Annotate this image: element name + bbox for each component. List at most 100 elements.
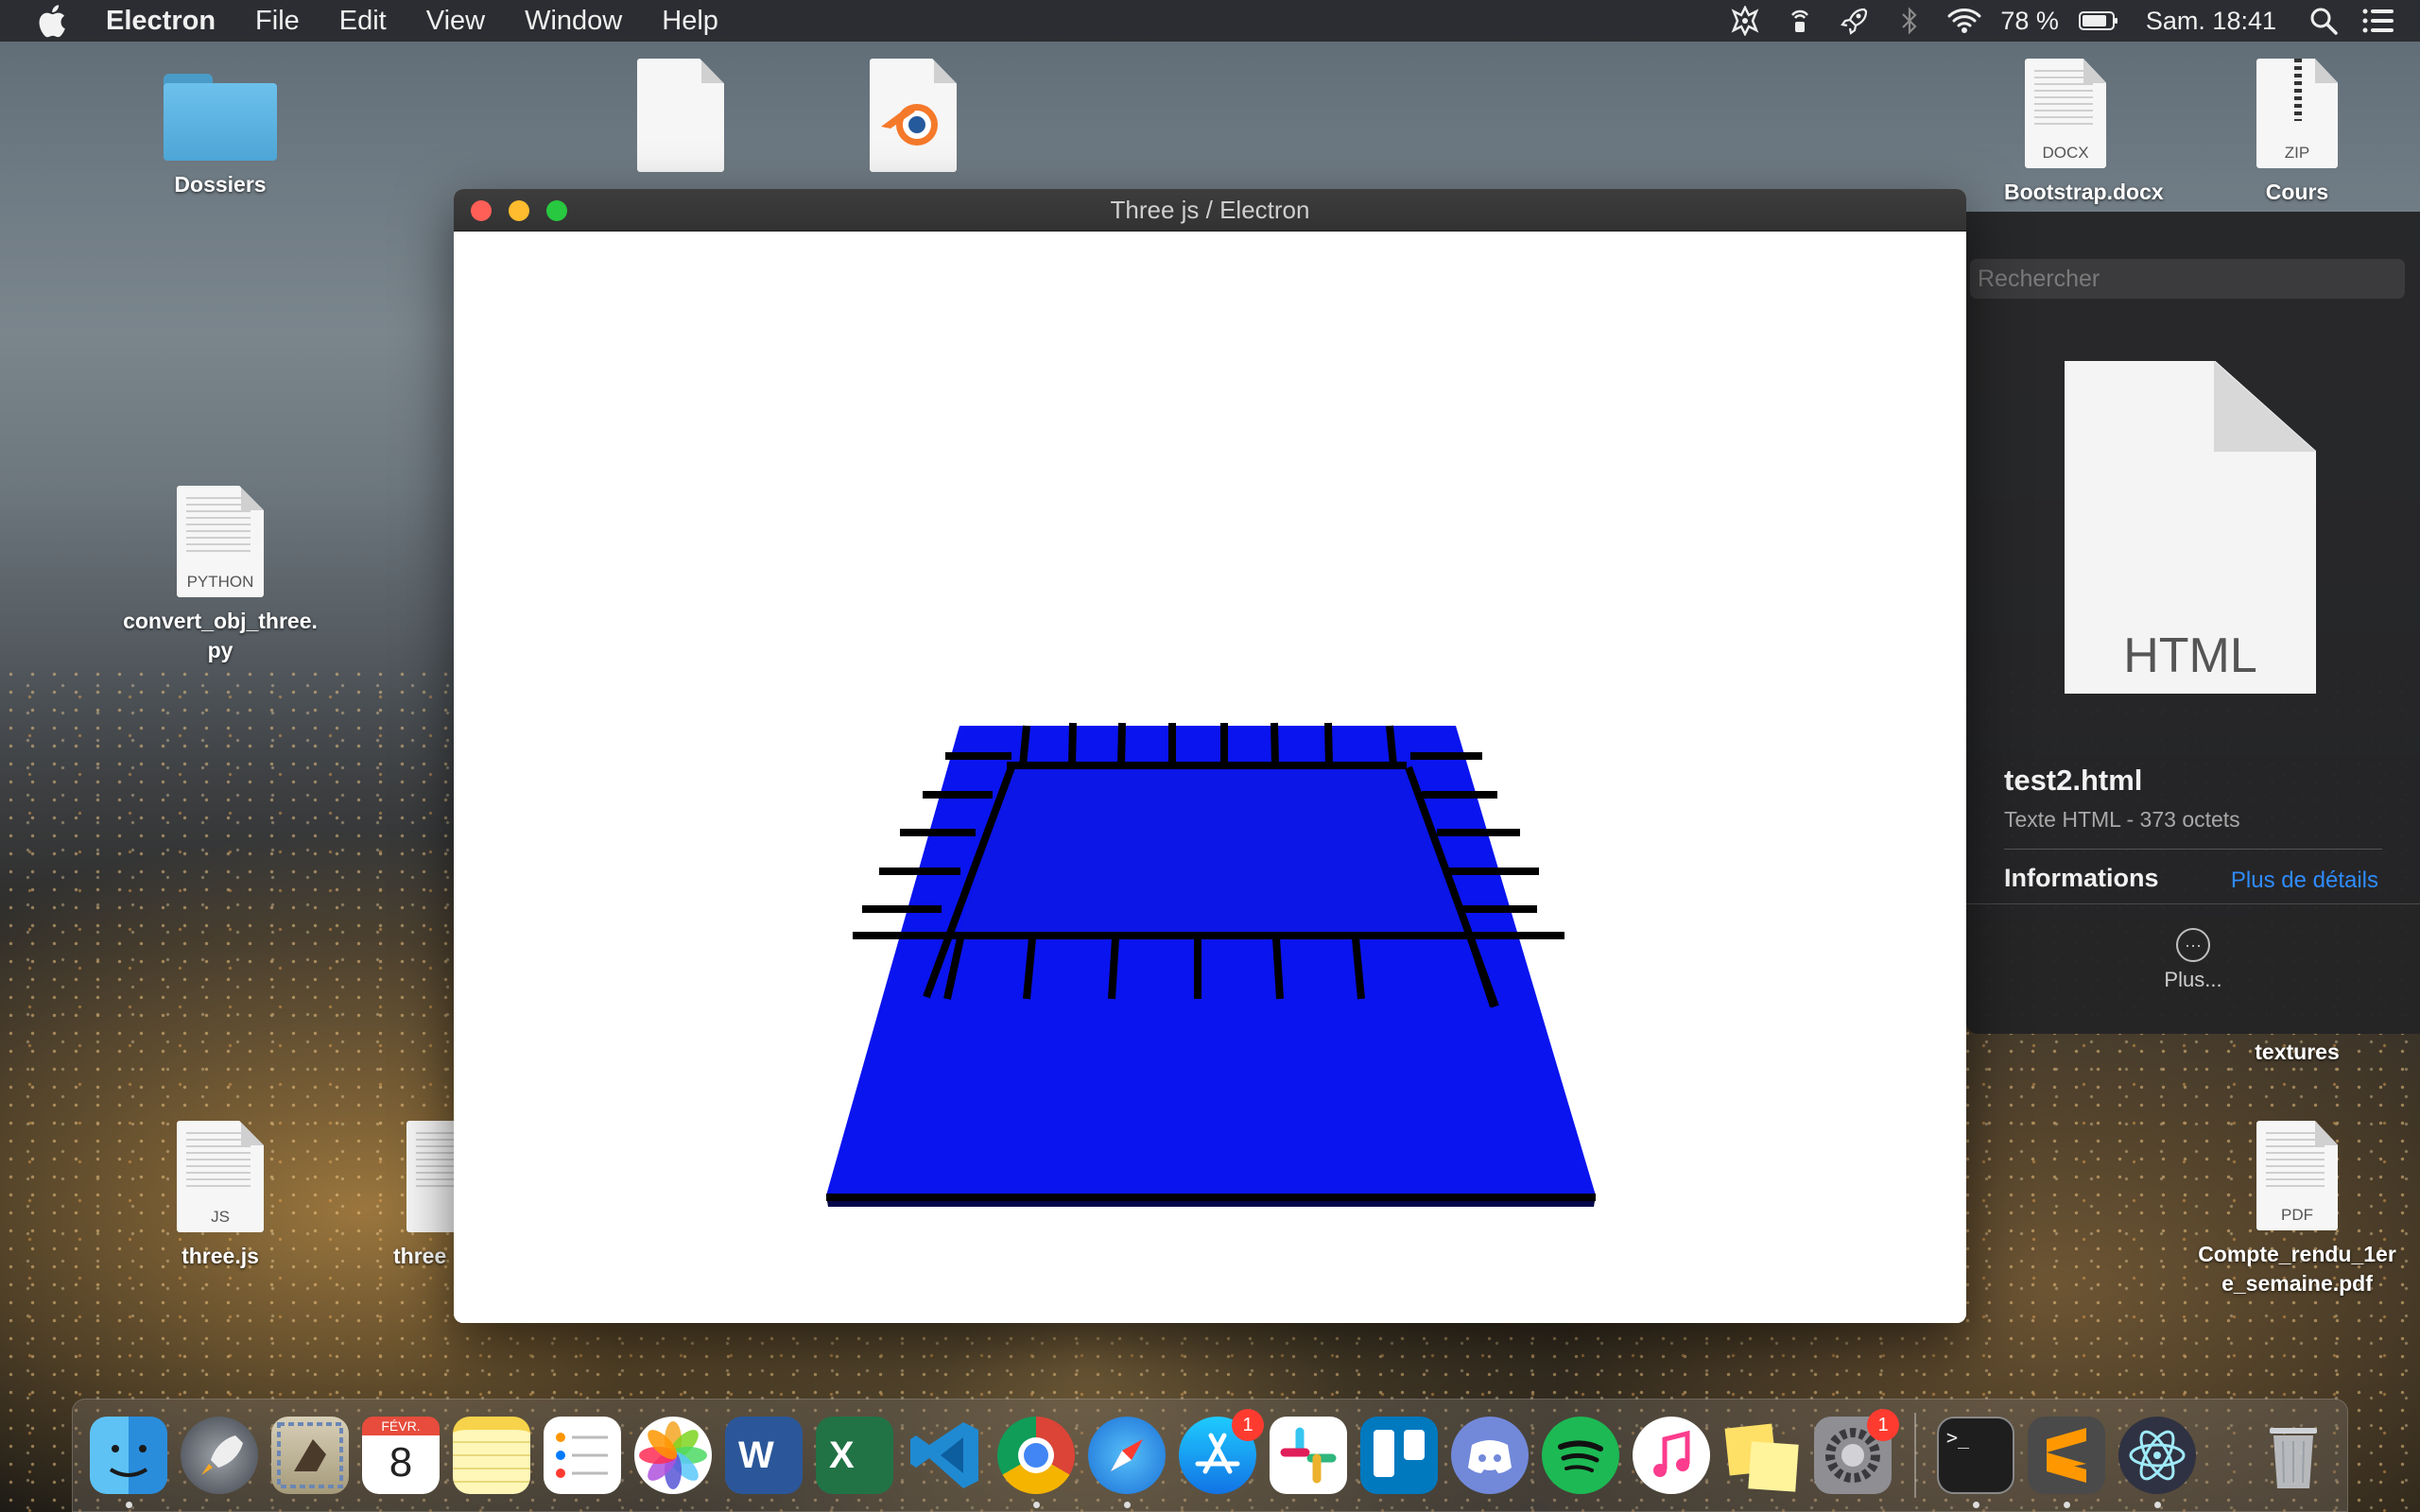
dock-electron-icon[interactable] [2118,1417,2196,1494]
dock-discord-icon[interactable] [1451,1417,1529,1494]
document-icon [637,59,724,172]
appstore-badge: 1 [1232,1409,1264,1441]
more-details-link[interactable]: Plus de détails [2231,868,2378,894]
desktop-label: convert_obj_three. py [123,609,318,662]
window-title: Three js / Electron [1110,196,1310,224]
dock-spotify-icon[interactable] [1542,1417,1619,1494]
dock-music-icon[interactable] [1633,1417,1710,1494]
dock-mail-icon[interactable] [271,1417,349,1494]
dock-appstore-icon[interactable]: 1 [1179,1409,1264,1494]
electron-window: Three js / Electron [454,189,1966,1323]
zipper-icon [2294,59,2302,121]
terminal-prompt: >_ [1946,1426,1970,1449]
dock-reminders-icon[interactable] [544,1417,621,1494]
desktop-file-js[interactable]: JS three.js [161,1121,280,1271]
calendar-month: FÉVR. [362,1417,440,1435]
helper-status-icon[interactable] [1726,0,1764,42]
panel-divider [2004,849,2382,850]
desktop-file-docx[interactable]: DOCX Bootstrap.docx [2004,59,2164,207]
spotlight-search-icon[interactable] [2305,0,2342,42]
desktop-file-python[interactable]: PYTHON convert_obj_three. py [104,486,337,665]
desktop-file-pdf[interactable]: PDF Compte_rendu_1er e_semaine.pdf [2184,1121,2411,1298]
dock-safari-icon[interactable] [1088,1417,1166,1494]
info-section-title: Informations [2004,864,2159,892]
dock-photos-icon[interactable] [634,1417,712,1494]
dock-excel-icon[interactable]: X [816,1417,893,1494]
dock-trello-icon[interactable] [1360,1417,1438,1494]
desktop-label: Dossiers [174,172,267,197]
dock-word-icon[interactable]: W [725,1417,803,1494]
running-indicator [1124,1502,1131,1508]
python-file-icon: PYTHON [177,486,264,597]
dock-calendar-icon[interactable]: FÉVR. 8 [362,1417,440,1494]
wifi-icon[interactable] [1945,0,1983,42]
window-titlebar[interactable]: Three js / Electron [454,189,1966,232]
menu-app-name[interactable]: Electron [106,6,216,37]
dock-notes-icon[interactable] [453,1417,530,1494]
dock-launchpad-icon[interactable] [181,1417,258,1494]
ellipsis-icon: ··· [2176,928,2210,962]
threejs-canvas[interactable] [454,232,1966,1323]
html-file-preview-icon: HTML [2065,361,2316,694]
bluetooth-icon[interactable] [1891,0,1928,42]
more-label: Plus... [2164,968,2222,991]
desktop-file-blank[interactable] [633,59,728,172]
dock-separator [1914,1413,1916,1498]
desktop-file-blender[interactable] [866,59,960,172]
blender-file-icon [870,59,957,172]
dock-system-preferences-icon[interactable]: 1 [1814,1409,1899,1494]
folder-icon [164,66,277,161]
preview-file-name: test2.html [2004,764,2143,797]
menu-help[interactable]: Help [662,6,718,37]
docx-file-icon: DOCX [2025,59,2106,168]
desktop-label: three [393,1244,447,1268]
menu-view[interactable]: View [426,6,485,37]
finder-preview-panel: Rechercher HTML test2.html Texte HTML - … [1966,212,2420,1034]
menu-clock[interactable]: Sam. 18:41 [2146,7,2276,36]
notification-center-icon[interactable] [2360,0,2397,42]
dock-slack-icon[interactable] [1270,1417,1347,1494]
desktop-label: three.js [182,1244,259,1268]
apple-menu-icon[interactable] [38,4,70,38]
menu-bar: Electron File Edit View Window Help 78 %… [0,0,2420,42]
menu-file[interactable]: File [255,6,300,37]
dock-chrome-icon[interactable] [997,1417,1075,1494]
board-inner-area [957,767,1473,940]
desktop-file-js-2[interactable]: J three [393,1121,454,1271]
js-file-icon: JS [177,1121,264,1232]
desktop-label: Compte_rendu_1er e_semaine.pdf [2198,1242,2396,1296]
battery-icon[interactable] [2076,0,2121,42]
js-file-icon: J [406,1121,454,1232]
status-area: 78 % Sam. 18:41 [1709,0,2397,42]
preferences-badge: 1 [1867,1409,1899,1441]
dock-finder-icon[interactable] [90,1417,167,1494]
running-indicator [1033,1502,1040,1508]
pdf-file-icon: PDF [2256,1121,2338,1230]
menu-edit[interactable]: Edit [339,6,387,37]
dock: FÉVR. 8 W X 1 1 >_ [72,1399,2348,1512]
finder-search-input[interactable]: Rechercher [1970,259,2405,299]
running-indicator [126,1502,132,1508]
desktop-folder-dossiers[interactable]: Dossiers [142,66,299,199]
zip-file-icon: ZIP [2256,59,2338,168]
menu-window[interactable]: Window [525,6,622,37]
lock-broadcast-icon[interactable] [1781,0,1819,42]
running-indicator [1973,1502,1979,1508]
dock-vscode-icon[interactable] [907,1417,984,1494]
rocket-icon[interactable] [1836,0,1874,42]
dock-terminal-icon[interactable]: >_ [1937,1417,2014,1494]
desktop-label: textures [2255,1040,2340,1064]
board-3d-render [826,722,1596,1207]
more-actions-button[interactable]: ··· Plus... [2155,928,2231,992]
panel-divider [1966,903,2420,904]
preview-file-meta: Texte HTML - 373 octets [2004,807,2240,832]
dock-sublime-text-icon[interactable] [2028,1417,2105,1494]
desktop-file-zip[interactable]: ZIP Cours [2231,59,2363,207]
dock-trash-icon[interactable] [2255,1417,2332,1494]
dock-stickies-icon[interactable] [1723,1417,1801,1494]
desktop-folder-textures[interactable]: textures [2231,1038,2363,1067]
calendar-day: 8 [389,1439,413,1486]
battery-percent: 78 % [2000,6,2059,35]
desktop-label: Bootstrap.docx [2004,180,2164,204]
word-letter: W [738,1435,774,1476]
